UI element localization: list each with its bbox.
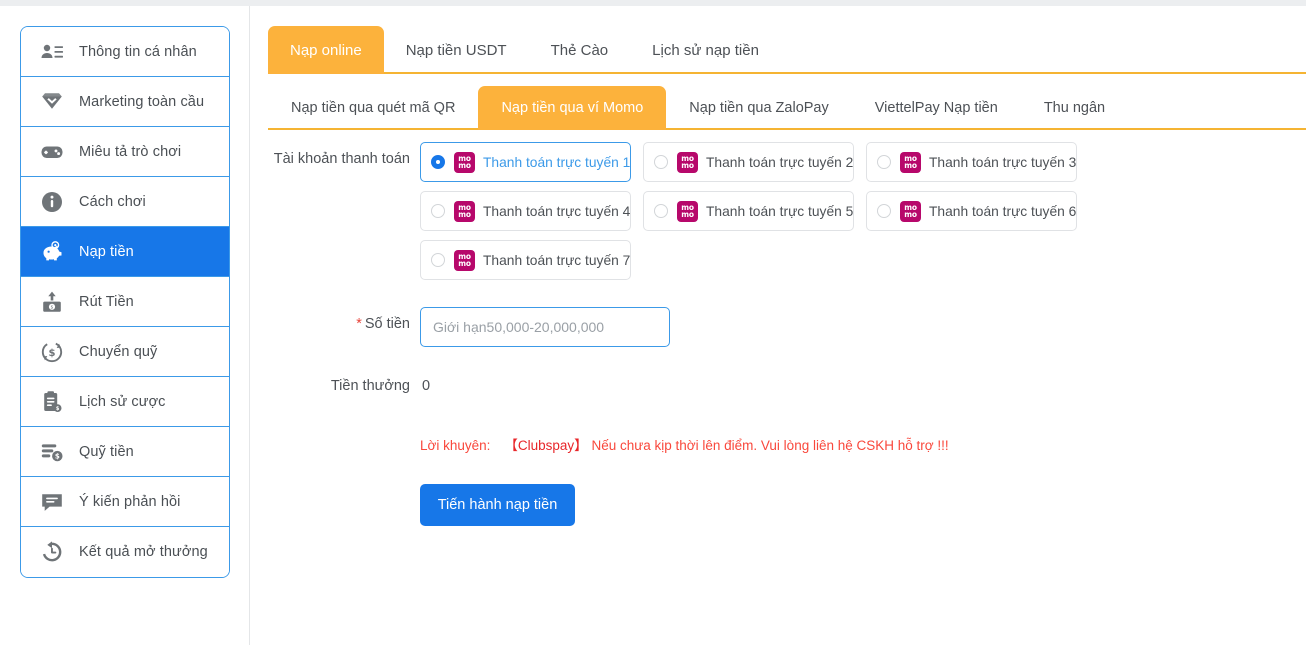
primary-tab-4[interactable]: Lịch sử nạp tiền: [630, 26, 781, 74]
sidebar-item-8[interactable]: $ Lịch sử cược: [21, 377, 229, 427]
radio-button[interactable]: [877, 155, 891, 169]
payment-account-option-1[interactable]: mo mo Thanh toán trực tuyến 1: [420, 142, 631, 182]
sidebar-item-9[interactable]: $ Quỹ tiền: [21, 427, 229, 477]
amount-label-text: Số tiền: [364, 316, 410, 332]
sidebar-item-6[interactable]: $ Rút Tiền: [21, 277, 229, 327]
sidebar-item-label: Chuyển quỹ: [79, 343, 158, 360]
svg-text:$: $: [49, 348, 56, 359]
momo-logo-icon: mo mo: [900, 200, 921, 222]
submit-row: Tiến hành nạp tiền: [420, 484, 1306, 526]
sidebar-item-7[interactable]: $ Chuyển quỹ: [21, 327, 229, 377]
info-circle-icon: [39, 189, 65, 215]
coins-dollar-icon: $: [39, 439, 65, 465]
momo-logo-icon: mo mo: [900, 151, 921, 173]
gamepad-icon: [39, 139, 65, 165]
chat-bubble-icon: [39, 489, 65, 515]
notice-lead: Lời khuyên:: [420, 438, 491, 453]
sidebar-item-label: Miêu tả trò chơi: [79, 143, 182, 160]
payment-account-option-7[interactable]: mo mo Thanh toán trực tuyến 7: [420, 240, 631, 280]
sidebar-item-1[interactable]: Thông tin cá nhân: [21, 27, 229, 77]
history-clock-icon: [39, 539, 65, 565]
primary-tab-3[interactable]: Thẻ Cào: [529, 26, 631, 74]
payment-account-option-label: Thanh toán trực tuyến 4: [483, 203, 631, 219]
payment-account-option-5[interactable]: mo mo Thanh toán trực tuyến 5: [643, 191, 854, 231]
secondary-tab-5[interactable]: Thu ngân: [1021, 86, 1128, 130]
clipboard-dollar-icon: $: [39, 389, 65, 415]
bonus-value: 0: [422, 378, 431, 394]
required-asterisk: *: [356, 316, 362, 332]
svg-text:$: $: [51, 304, 54, 310]
dollar-refresh-icon: $: [39, 339, 65, 365]
secondary-tab-4[interactable]: ViettelPay Nạp tiền: [852, 86, 1021, 130]
sidebar-item-5[interactable]: Nạp tiền: [21, 227, 229, 277]
withdraw-box-icon: $: [39, 289, 65, 315]
sidebar-item-label: Marketing toàn cầu: [79, 93, 205, 110]
amount-row: * Số tiền: [250, 307, 1306, 347]
payment-account-option-label: Thanh toán trực tuyến 1: [483, 154, 631, 170]
momo-logo-icon: mo mo: [677, 151, 698, 173]
secondary-tab-1[interactable]: Nạp tiền qua quét mã QR: [268, 86, 478, 130]
payment-account-option-label: Thanh toán trực tuyến 7: [483, 252, 631, 268]
sidebar-item-2[interactable]: Marketing toàn cầu: [21, 77, 229, 127]
secondary-tab-3[interactable]: Nạp tiền qua ZaloPay: [666, 86, 851, 130]
radio-button[interactable]: [431, 253, 445, 267]
payment-account-option-label: Thanh toán trực tuyến 5: [706, 203, 854, 219]
notice-message: Lời khuyên: 【Clubspay】 Nếu chưa kịp thời …: [420, 434, 1306, 454]
sidebar-item-10[interactable]: Ý kiến phản hồi: [21, 477, 229, 527]
payment-account-option-label: Thanh toán trực tuyến 2: [706, 154, 854, 170]
primary-tab-1[interactable]: Nạp online: [268, 26, 384, 74]
payment-account-option-2[interactable]: mo mo Thanh toán trực tuyến 2: [643, 142, 854, 182]
radio-button[interactable]: [654, 204, 668, 218]
sidebar-item-4[interactable]: Cách chơi: [21, 177, 229, 227]
amount-input[interactable]: [420, 307, 670, 347]
momo-logo-icon: mo mo: [454, 249, 475, 271]
svg-text:$: $: [56, 406, 60, 412]
secondary-tabbar: Nạp tiền qua quét mã QR Nạp tiền qua ví M…: [268, 86, 1306, 130]
content-panel: Nạp online Nạp tiền USDT Thẻ Cào Lịch sử nạ…: [250, 6, 1306, 645]
notice-brand: 【Clubspay】: [504, 438, 588, 453]
amount-label: * Số tiền: [250, 307, 410, 332]
sidebar-item-label: Kết quả mở thưởng: [79, 544, 208, 560]
payment-account-row: Tài khoản thanh toán mo mo Thanh toán trực…: [250, 142, 1306, 280]
user-card-icon: [39, 39, 65, 65]
primary-tabbar: Nạp online Nạp tiền USDT Thẻ Cào Lịch sử nạ…: [268, 26, 1306, 74]
sidebar-item-label: Quỹ tiền: [79, 443, 134, 460]
sidebar-item-label: Ý kiến phản hồi: [79, 493, 181, 510]
sidebar-item-label: Nạp tiền: [79, 243, 134, 260]
submit-deposit-button[interactable]: Tiến hành nạp tiền: [420, 484, 575, 526]
primary-tab-2[interactable]: Nạp tiền USDT: [384, 26, 529, 74]
payment-account-option-6[interactable]: mo mo Thanh toán trực tuyến 6: [866, 191, 1077, 231]
sidebar-menu: Thông tin cá nhân Marketing toàn cầu Miêu …: [20, 26, 230, 578]
page-root: Thông tin cá nhân Marketing toàn cầu Miêu …: [0, 0, 1306, 645]
radio-button[interactable]: [654, 155, 668, 169]
sidebar-item-label: Rút Tiền: [79, 293, 134, 310]
payment-account-label: Tài khoản thanh toán: [273, 151, 410, 167]
deposit-form: Tài khoản thanh toán mo mo Thanh toán trực…: [250, 130, 1306, 526]
piggy-bank-icon: [39, 239, 65, 265]
payment-account-option-3[interactable]: mo mo Thanh toán trực tuyến 3: [866, 142, 1077, 182]
momo-logo-icon: mo mo: [454, 200, 475, 222]
payment-account-option-label: Thanh toán trực tuyến 6: [929, 203, 1077, 219]
sidebar-item-label: Lịch sử cược: [79, 393, 166, 410]
sidebar-item-label: Cách chơi: [79, 193, 146, 210]
payment-account-option-label: Thanh toán trực tuyến 3: [929, 154, 1077, 170]
bonus-label: Tiền thưởng: [330, 378, 410, 394]
notice-text: Nếu chưa kịp thời lên điểm. Vui lòng liê…: [591, 438, 949, 453]
bonus-row: Tiền thưởng 0: [250, 369, 1306, 394]
secondary-tab-2[interactable]: Nạp tiền qua ví Momo: [478, 86, 667, 130]
sidebar-item-11[interactable]: Kết quả mở thưởng: [21, 527, 229, 577]
sidebar-item-label: Thông tin cá nhân: [79, 43, 197, 60]
svg-text:$: $: [55, 452, 60, 460]
radio-button[interactable]: [877, 204, 891, 218]
radio-button[interactable]: [431, 155, 445, 169]
payment-account-options: mo mo Thanh toán trực tuyến 1 mo mo Thanh toá…: [420, 142, 1280, 280]
momo-logo-icon: mo mo: [677, 200, 698, 222]
sidebar-item-3[interactable]: Miêu tả trò chơi: [21, 127, 229, 177]
diamond-check-icon: [39, 89, 65, 115]
payment-account-option-4[interactable]: mo mo Thanh toán trực tuyến 4: [420, 191, 631, 231]
radio-button[interactable]: [431, 204, 445, 218]
momo-logo-icon: mo mo: [454, 151, 475, 173]
